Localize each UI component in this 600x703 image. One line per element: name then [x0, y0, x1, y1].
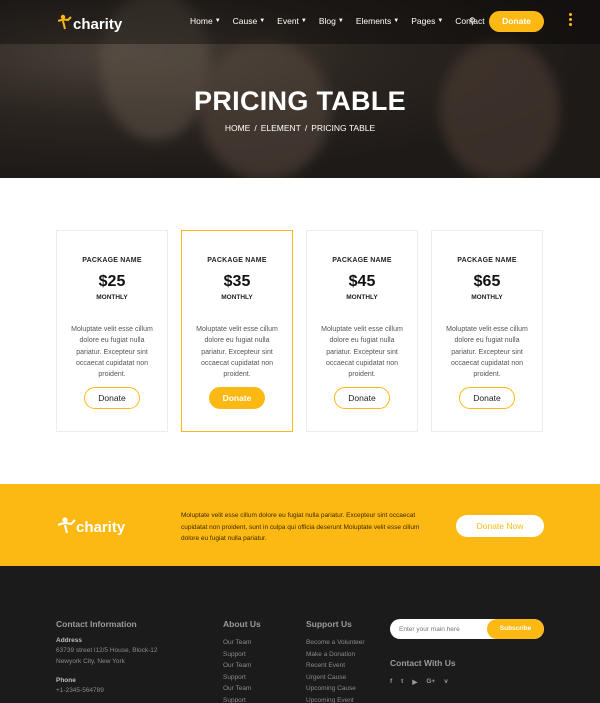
address-line-1: 63739 street l12/5 House, Block-12 — [56, 647, 158, 654]
nav-item-label: Pages — [411, 16, 436, 26]
cta-text: Moluptate velit esse cillum dolore eu fu… — [181, 512, 420, 542]
subscribe-form: Subscribe — [390, 619, 544, 639]
youtube-icon[interactable]: ▶ — [412, 678, 417, 686]
charity-logo-icon — [58, 516, 76, 533]
support-us-links: Become a Volunteer Make a Donation Recent … — [306, 637, 365, 703]
chevron-down-icon: ▼ — [337, 18, 344, 24]
package-period: MONTHLY — [221, 294, 253, 301]
nav-item-label: Cause — [232, 16, 258, 26]
package-name: PACKAGE NAME — [207, 257, 267, 264]
search-icon[interactable]: ⚲ — [469, 16, 476, 27]
address-label: Address — [56, 637, 83, 644]
package-donate-button[interactable]: Donate — [84, 387, 140, 410]
subscribe-button[interactable]: Subscribe — [487, 619, 544, 639]
site-logo[interactable]: charity — [58, 10, 122, 33]
phone-label: Phone — [56, 677, 76, 684]
page-title: PRICING TABLE — [194, 86, 406, 116]
package-description: Moluptate velit esse cillum dolore eu fu… — [321, 326, 403, 379]
package-period: MONTHLY — [471, 294, 503, 301]
package-price: $65 — [473, 273, 501, 290]
chevron-down-icon: ▼ — [214, 18, 221, 24]
pricing-table: PACKAGE NAME $25 MONTHLY Moluptate velit es… — [56, 230, 544, 432]
header-donate-button[interactable]: Donate — [489, 11, 544, 32]
pricing-card: PACKAGE NAME $45 MONTHLY Moluptate velit es… — [306, 230, 418, 432]
breadcrumb-home[interactable]: HOME — [225, 123, 251, 133]
about-us-heading: About Us — [223, 619, 261, 629]
nav-item-cause[interactable]: Cause ▼ — [233, 16, 266, 26]
package-price: $35 — [223, 273, 251, 290]
breadcrumb-element[interactable]: ELEMENT — [261, 123, 301, 133]
hero-banner: charity Home ▼ Cause ▼ Event ▼ Blog ▼ Elements ▼ P… — [0, 0, 600, 178]
breadcrumb-separator: / — [254, 123, 257, 133]
footer-link[interactable]: Our Team — [223, 683, 251, 695]
footer-link[interactable]: Upcoming Event — [306, 695, 365, 703]
subscribe-email-input[interactable] — [390, 619, 490, 639]
package-donate-button[interactable]: Donate — [459, 387, 515, 410]
footer-link[interactable]: Recent Event — [306, 660, 365, 672]
package-description: Moluptate velit esse cillum dolore eu fu… — [196, 326, 278, 379]
logo-text: charity — [76, 519, 126, 536]
logo-text: charity — [73, 16, 123, 33]
footer-link[interactable]: Make a Donation — [306, 649, 365, 661]
pricing-card: PACKAGE NAME $35 MONTHLY Moluptate velit es… — [181, 230, 293, 432]
package-name: PACKAGE NAME — [332, 257, 392, 264]
package-period: MONTHLY — [346, 294, 378, 301]
chevron-down-icon: ▼ — [300, 18, 307, 24]
charity-logo-icon — [58, 14, 72, 29]
package-description: Moluptate velit esse cillum dolore eu fu… — [446, 326, 528, 379]
footer-link[interactable]: Upcoming Cause — [306, 683, 365, 695]
footer-link[interactable]: Our Team — [223, 660, 251, 672]
main-nav: Home ▼ Cause ▼ Event ▼ Blog ▼ Elements ▼ Pages ▼ Con… — [190, 16, 497, 26]
nav-item-blog[interactable]: Blog ▼ — [319, 16, 344, 26]
footer-link[interactable]: Support — [223, 649, 251, 661]
nav-item-elements[interactable]: Elements ▼ — [356, 16, 399, 26]
vimeo-icon[interactable]: v — [444, 678, 448, 686]
pricing-card: PACKAGE NAME $65 MONTHLY Moluptate velit es… — [431, 230, 543, 432]
package-price: $45 — [348, 273, 376, 290]
nav-item-home[interactable]: Home ▼ — [190, 16, 221, 26]
footer-link[interactable]: Become a Volunteer — [306, 637, 365, 649]
chevron-down-icon: ▼ — [259, 18, 266, 24]
footer-logo[interactable]: charity — [58, 513, 125, 536]
footer-link[interactable]: Urgent Cause — [306, 672, 365, 684]
contact-info-heading: Contact Information — [56, 619, 137, 629]
package-period: MONTHLY — [96, 294, 128, 301]
package-description: Moluptate velit esse cillum dolore eu fu… — [71, 326, 153, 379]
nav-item-pages[interactable]: Pages ▼ — [411, 16, 443, 26]
package-name: PACKAGE NAME — [457, 257, 517, 264]
google-plus-icon[interactable]: G+ — [426, 678, 435, 686]
address-line-2: Newyork City, New York — [56, 658, 125, 665]
nav-item-label: Blog — [318, 16, 336, 26]
phone-number: +1-2345-564789 — [56, 687, 104, 694]
package-donate-button[interactable]: Donate — [334, 387, 390, 410]
footer-link[interactable]: Support — [223, 695, 251, 703]
nav-item-label: Elements — [355, 16, 392, 26]
top-navbar: charity Home ▼ Cause ▼ Event ▼ Blog ▼ Elements ▼ P… — [0, 0, 600, 44]
package-price: $25 — [98, 273, 126, 290]
chevron-down-icon: ▼ — [437, 18, 444, 24]
package-donate-button[interactable]: Donate — [209, 387, 265, 410]
footer-link[interactable]: Our Team — [223, 637, 251, 649]
nav-item-label: Event — [277, 16, 299, 26]
nav-item-event[interactable]: Event ▼ — [277, 16, 307, 26]
breadcrumb-current: PRICING TABLE — [311, 123, 376, 133]
nav-item-label: Home — [190, 16, 213, 26]
pricing-card: PACKAGE NAME $25 MONTHLY Moluptate velit es… — [56, 230, 168, 432]
about-us-links: Our Team Support Our Team Support Our Team Su… — [223, 637, 251, 703]
breadcrumb: HOME / ELEMENT / PRICING TABLE — [0, 123, 600, 133]
breadcrumb-separator: / — [304, 123, 308, 133]
twitter-icon[interactable]: t — [401, 678, 403, 686]
support-us-heading: Support Us — [306, 619, 352, 629]
vertical-dots-icon[interactable] — [569, 13, 573, 28]
footer-link[interactable]: Support — [223, 672, 251, 684]
contact-with-us-heading: Contact With Us — [390, 658, 456, 668]
package-name: PACKAGE NAME — [82, 257, 142, 264]
social-links: f t ▶ G+ v — [390, 678, 457, 686]
donate-now-button[interactable]: Donate Now — [456, 515, 544, 537]
chevron-down-icon: ▼ — [393, 18, 400, 24]
facebook-icon[interactable]: f — [390, 678, 392, 686]
